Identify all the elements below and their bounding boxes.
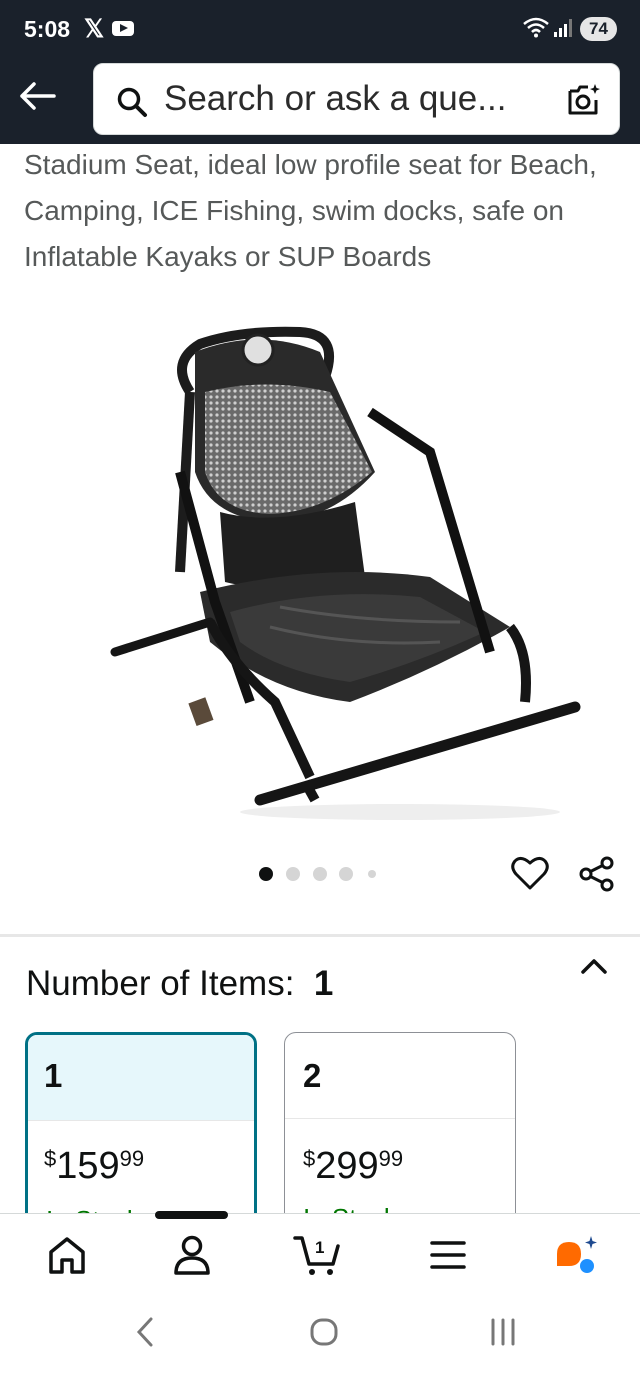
home-icon[interactable]	[42, 1232, 92, 1278]
status-time: 5:08	[24, 16, 71, 42]
system-back-icon[interactable]	[134, 1315, 156, 1349]
variation-label-text: Number of Items:	[26, 964, 295, 1003]
system-recents-icon[interactable]	[488, 1315, 518, 1349]
price-cents: 99	[378, 1146, 404, 1171]
system-nav-bar	[0, 1297, 640, 1373]
share-icon[interactable]	[579, 856, 615, 892]
product-image[interactable]	[100, 322, 590, 822]
option-label: 2	[285, 1033, 515, 1119]
price-currency: $	[44, 1146, 57, 1171]
carousel-dot[interactable]	[286, 867, 300, 881]
chevron-up-icon[interactable]	[580, 956, 608, 976]
rufus-icon[interactable]	[551, 1232, 601, 1278]
price-whole: 159	[56, 1145, 120, 1187]
menu-icon[interactable]	[423, 1232, 473, 1278]
carousel-dot[interactable]	[313, 867, 327, 881]
battery-indicator: 74	[580, 17, 617, 41]
option-price: $29999	[303, 1145, 403, 1188]
cart-count: 1	[315, 1238, 325, 1257]
search-input[interactable]: Search or ask a que...	[93, 63, 620, 135]
x-icon: 𝕏	[84, 15, 105, 43]
signal-icon	[554, 19, 572, 37]
section-divider	[0, 934, 640, 937]
option-price: $15999	[44, 1145, 144, 1188]
back-arrow-icon[interactable]	[18, 78, 58, 114]
search-placeholder: Search or ask a que...	[164, 79, 507, 118]
carousel-dot[interactable]	[339, 867, 353, 881]
price-whole: 299	[315, 1145, 379, 1187]
cart-button[interactable]: 1	[293, 1232, 343, 1278]
camera-lens-icon[interactable]	[566, 82, 602, 118]
account-icon[interactable]	[167, 1232, 217, 1278]
price-cents: 99	[119, 1146, 145, 1171]
status-bar: 5:08 𝕏 74	[0, 0, 640, 58]
option-label: 1	[28, 1035, 254, 1121]
drag-handle[interactable]	[155, 1211, 228, 1219]
carousel-dot-active[interactable]	[259, 867, 273, 881]
wifi-icon	[523, 17, 549, 38]
search-header: Search or ask a que...	[0, 58, 640, 144]
variation-label: Number of Items: 1	[26, 964, 333, 1004]
carousel-dot[interactable]	[368, 870, 376, 878]
system-home-icon[interactable]	[309, 1315, 339, 1349]
bottom-nav-bar: 1	[0, 1211, 640, 1297]
heart-icon[interactable]	[511, 855, 549, 891]
youtube-icon	[112, 21, 134, 36]
search-icon	[117, 87, 147, 117]
price-currency: $	[303, 1146, 316, 1171]
product-title: Stadium Seat, ideal low profile seat for…	[24, 149, 597, 272]
variation-option-2[interactable]: 2 $29999 In Stock	[284, 1032, 516, 1232]
variation-option-1[interactable]: 1 $15999 In Stock	[25, 1032, 257, 1232]
variation-selected-value: 1	[313, 964, 334, 1003]
